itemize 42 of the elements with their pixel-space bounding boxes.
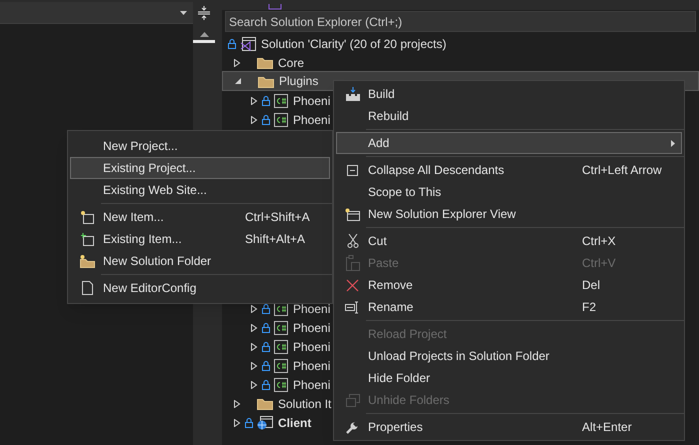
menu-label: Build [368,86,396,103]
shortcut-label: Ctrl+V [582,255,617,272]
menu-label: Hide Folder [368,370,432,387]
menu-label: New Solution Folder [103,253,212,270]
menu-label: Cut [368,233,388,250]
tree-label: Client [278,414,312,432]
shortcut-label: Del [582,277,602,294]
tree-label: Phoeni [293,320,330,336]
tree-label: Plugins [279,73,318,90]
menu-label: Existing Web Site... [103,182,208,199]
menu-label: New Item... [103,209,165,226]
menu-label: Rebuild [368,108,410,125]
menu-label: Unload Projects in Solution Folder [368,348,550,365]
menu-label: Existing Project... [103,160,197,177]
tree-label: Core [278,54,304,72]
menu-label: Paste [368,255,400,272]
menu-label: Rename [368,299,414,316]
shortcut-label: Ctrl+Left Arrow [582,162,663,179]
tree-label: Phoeni [293,92,330,110]
menu-label: New Project... [103,138,179,155]
tree-label: Phoeni [293,376,330,394]
menu-label: New Solution Explorer View [368,206,517,223]
menu-label: Reload Project [368,326,448,343]
menu-label: Collapse All Descendants [368,162,506,179]
menu-label: Remove [368,277,414,294]
tree-label: Phoeni [293,338,330,356]
menu-label: Scope to This [368,184,442,201]
tree-label: Phoeni [293,112,330,128]
menu-label: Add [368,135,390,152]
shortcut-label: Ctrl+Shift+A [245,209,311,226]
menu-label: New EditorConfig [103,280,198,297]
shortcut-label: Ctrl+X [582,233,617,250]
shortcut-label: Shift+Alt+A [245,231,306,248]
tree-label: Phoeni [293,300,330,318]
tree-label: Solution 'Clarity' (20 of 20 projects) [261,36,446,52]
shortcut-label: F2 [582,299,598,316]
shortcut-label: Alt+Enter [582,419,633,436]
menu-label: Unhide Folders [368,392,450,409]
menu-label: Existing Item... [103,231,183,248]
tree-label: Phoeni [293,358,330,374]
menu-label: Properties [368,419,424,436]
tree-label: Solution It [278,396,332,412]
